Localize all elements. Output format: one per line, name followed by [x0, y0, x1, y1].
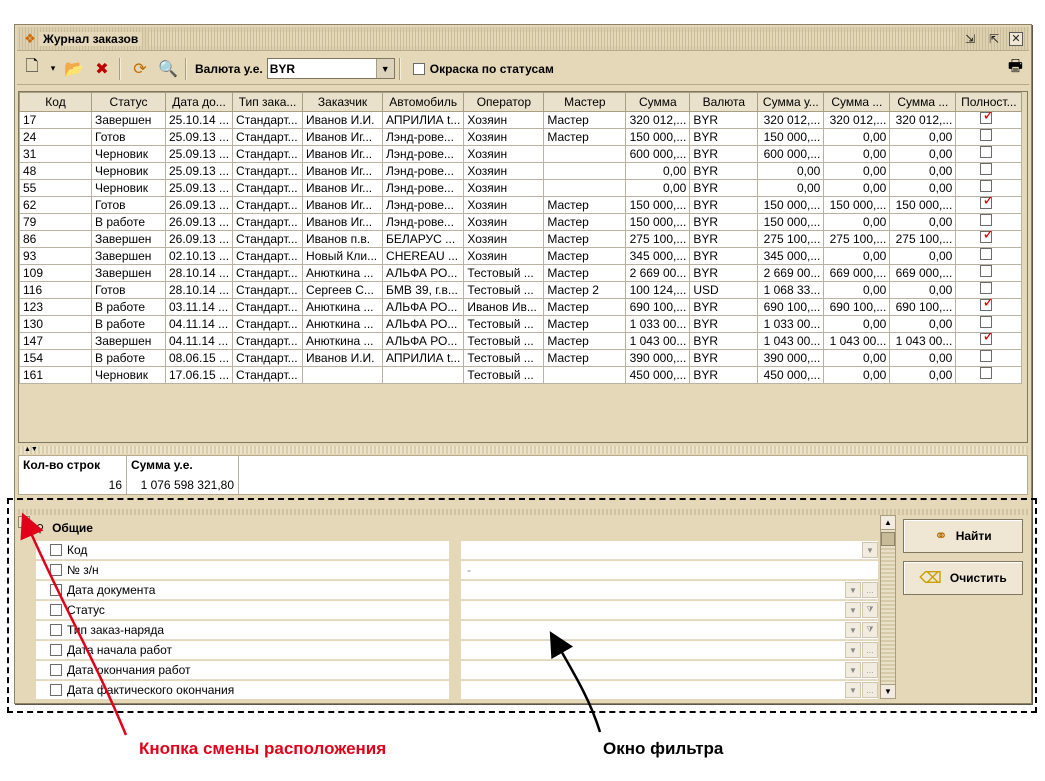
filter-window-arrow: [549, 631, 602, 733]
layout-button-arrow: [20, 512, 128, 736]
layout-button-callout: Кнопка смены расположения: [139, 739, 387, 758]
filter-window-callout: Окно фильтра: [603, 739, 724, 758]
callout-arrows: [20, 512, 602, 736]
